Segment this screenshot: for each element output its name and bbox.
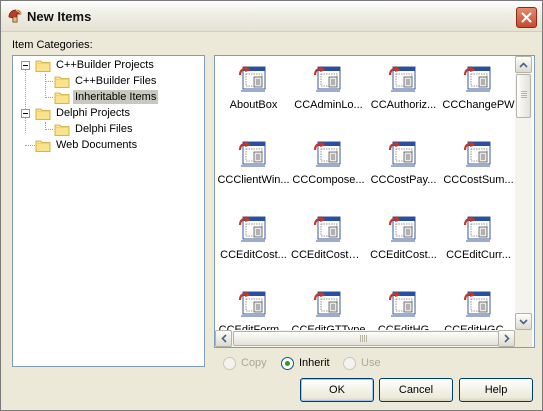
tree-item-delphi-projects[interactable]: Delphi Projects xyxy=(35,105,132,121)
cancel-button[interactable]: Cancel xyxy=(379,378,453,402)
form-icon xyxy=(238,141,266,167)
help-button[interactable]: Help xyxy=(459,378,533,402)
item-tile[interactable]: CCAuthoriz... xyxy=(366,60,441,130)
tree-item-label: Inheritable Items xyxy=(73,90,159,104)
item-label: CCAuthoriz... xyxy=(370,99,437,111)
item-label: CCCostPay... xyxy=(370,174,437,186)
item-tile[interactable]: CCChangePW xyxy=(441,60,516,130)
item-categories-label: Item Categories: xyxy=(12,39,93,51)
radio-circle xyxy=(343,356,356,370)
scroll-left-button[interactable] xyxy=(215,330,232,347)
folder-icon xyxy=(54,76,70,88)
item-tile[interactable]: CCCostSum... xyxy=(441,135,516,205)
radio-circle xyxy=(223,356,236,370)
app-helmet-icon xyxy=(8,9,22,23)
window-title: New Items xyxy=(27,9,92,24)
arrow-left-icon xyxy=(220,334,227,343)
form-icon xyxy=(313,216,341,242)
scrollbar-corner xyxy=(515,330,532,347)
thumb-grip xyxy=(521,91,527,99)
tree-item-cppbuilder-files[interactable]: C++Builder Files xyxy=(54,73,158,89)
item-label: CCCompose... xyxy=(292,174,365,186)
item-label: CCEditCost... xyxy=(220,249,287,261)
form-icon xyxy=(463,291,491,317)
close-icon xyxy=(521,12,532,23)
inherit-radio[interactable]: Inherit xyxy=(281,356,330,370)
tree-item-label: Delphi Projects xyxy=(56,107,130,119)
item-label: CCCostSum... xyxy=(443,174,514,186)
tree-item-label: Web Documents xyxy=(56,139,138,151)
item-tile[interactable]: CCCostPay... xyxy=(366,135,441,205)
form-icon xyxy=(313,66,341,92)
form-icon xyxy=(238,216,266,242)
item-label: CCAdminLo... xyxy=(294,99,363,111)
horizontal-scroll-thumb[interactable] xyxy=(233,331,499,346)
arrow-down-icon xyxy=(519,318,528,325)
item-tile[interactable]: CCEditCostGrp xyxy=(291,210,366,280)
copy-label: Copy xyxy=(241,357,267,369)
item-label: CCEditCost... xyxy=(370,249,437,261)
collapse-toggle-delphi-projects[interactable] xyxy=(21,109,30,118)
form-icon xyxy=(388,66,416,92)
item-tile[interactable]: AboutBox xyxy=(216,60,291,130)
tree-item-label: C++Builder Files xyxy=(75,75,157,87)
form-icon xyxy=(313,291,341,317)
form-icon xyxy=(463,216,491,242)
item-label: AboutBox xyxy=(229,99,278,111)
form-icon xyxy=(388,291,416,317)
form-icon xyxy=(388,216,416,242)
item-tile[interactable]: CCEditCurr... xyxy=(441,210,516,280)
ok-button[interactable]: OK xyxy=(300,378,374,402)
folder-icon xyxy=(54,92,70,104)
item-tile[interactable]: CCAdminLo... xyxy=(291,60,366,130)
inherit-label: Inherit xyxy=(299,357,330,369)
category-tree[interactable]: C++Builder Projects C++Builder Files Inh… xyxy=(12,55,205,367)
folder-icon xyxy=(54,124,70,136)
ok-button-label: OK xyxy=(329,384,345,396)
collapse-toggle-cppbuilder-projects[interactable] xyxy=(21,61,30,70)
radio-circle xyxy=(281,356,294,370)
form-icon xyxy=(388,141,416,167)
folder-icon xyxy=(35,108,51,120)
radio-selected-dot xyxy=(285,360,290,366)
tree-item-web-documents[interactable]: Web Documents xyxy=(35,137,139,153)
help-button-label: Help xyxy=(484,384,508,396)
form-icon xyxy=(238,66,266,92)
scroll-down-button[interactable] xyxy=(515,313,532,330)
tree-item-delphi-files[interactable]: Delphi Files xyxy=(54,121,134,137)
arrow-right-icon xyxy=(503,334,510,343)
arrow-up-icon xyxy=(519,61,528,68)
tree-item-label: Delphi Files xyxy=(75,123,133,135)
tree-item-inheritable-items[interactable]: Inheritable Items xyxy=(54,89,159,105)
vertical-scroll-thumb[interactable] xyxy=(516,74,531,118)
form-icon xyxy=(463,141,491,167)
form-icon xyxy=(313,141,341,167)
items-view[interactable]: AboutBox CCAdminLo... CCAuthoriz... CCChang… xyxy=(214,55,535,348)
title-bar[interactable]: New Items xyxy=(1,1,542,32)
item-tile[interactable]: CCClientWin... xyxy=(216,135,291,205)
tree-item-cppbuilder-projects[interactable]: C++Builder Projects xyxy=(35,57,156,73)
use-label: Use xyxy=(361,357,381,369)
item-label: CCEditCostGrp xyxy=(291,249,366,261)
close-button[interactable] xyxy=(516,7,537,28)
thumb-grip xyxy=(360,335,368,342)
item-label: CCChangePW xyxy=(442,99,515,111)
new-items-dialog: New Items Item Categories: C++Builder Pr… xyxy=(0,0,543,411)
use-radio[interactable]: Use xyxy=(343,356,381,370)
form-icon xyxy=(463,66,491,92)
folder-icon xyxy=(35,140,51,152)
item-tile[interactable]: CCEditCost... xyxy=(216,210,291,280)
copy-radio[interactable]: Copy xyxy=(223,356,267,370)
tree-item-label: C++Builder Projects xyxy=(56,59,154,71)
item-tile[interactable]: CCEditCost... xyxy=(366,210,441,280)
form-icon xyxy=(238,291,266,317)
scroll-right-button[interactable] xyxy=(498,330,515,347)
folder-icon xyxy=(35,60,51,72)
item-tile[interactable]: CCCompose... xyxy=(291,135,366,205)
cancel-button-label: Cancel xyxy=(398,384,434,396)
item-label: CCEditCurr... xyxy=(446,249,511,261)
item-label: CCClientWin... xyxy=(217,174,290,186)
scroll-up-button[interactable] xyxy=(515,56,532,73)
